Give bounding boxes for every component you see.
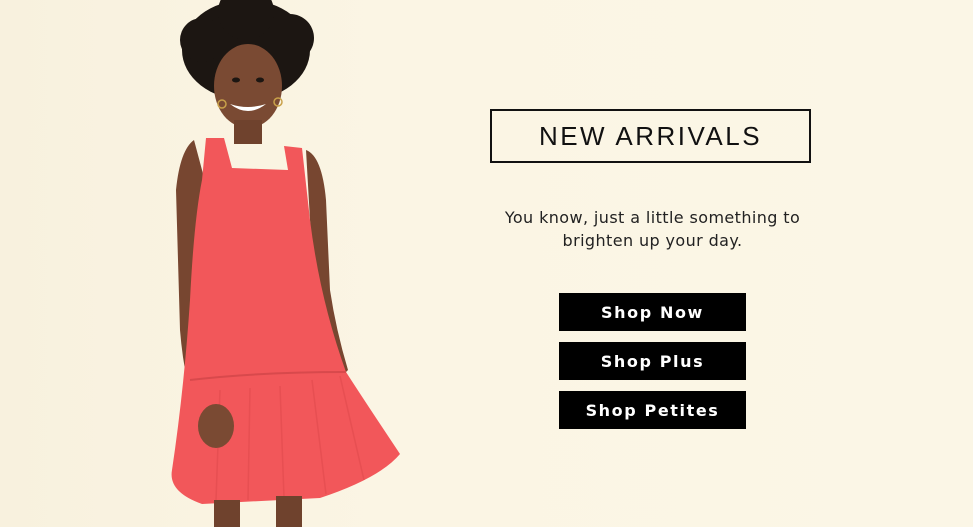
headline-box: NEW ARRIVALS — [490, 109, 811, 163]
tagline-line-1: You know, just a little something to — [504, 208, 801, 227]
promo-content: NEW ARRIVALS You know, just a little som… — [490, 0, 815, 527]
headline: NEW ARRIVALS — [538, 121, 763, 151]
tagline-line-2: brighten up your day. — [562, 231, 743, 250]
tagline: You know, just a little something to bri… — [490, 206, 815, 252]
shop-now-button[interactable]: Shop Now — [559, 293, 746, 331]
shop-plus-button[interactable]: Shop Plus — [559, 342, 746, 380]
shop-petites-button[interactable]: Shop Petites — [559, 391, 746, 429]
new-arrivals-banner: NEW ARRIVALS You know, just a little som… — [0, 0, 973, 527]
model-photo — [150, 0, 430, 527]
